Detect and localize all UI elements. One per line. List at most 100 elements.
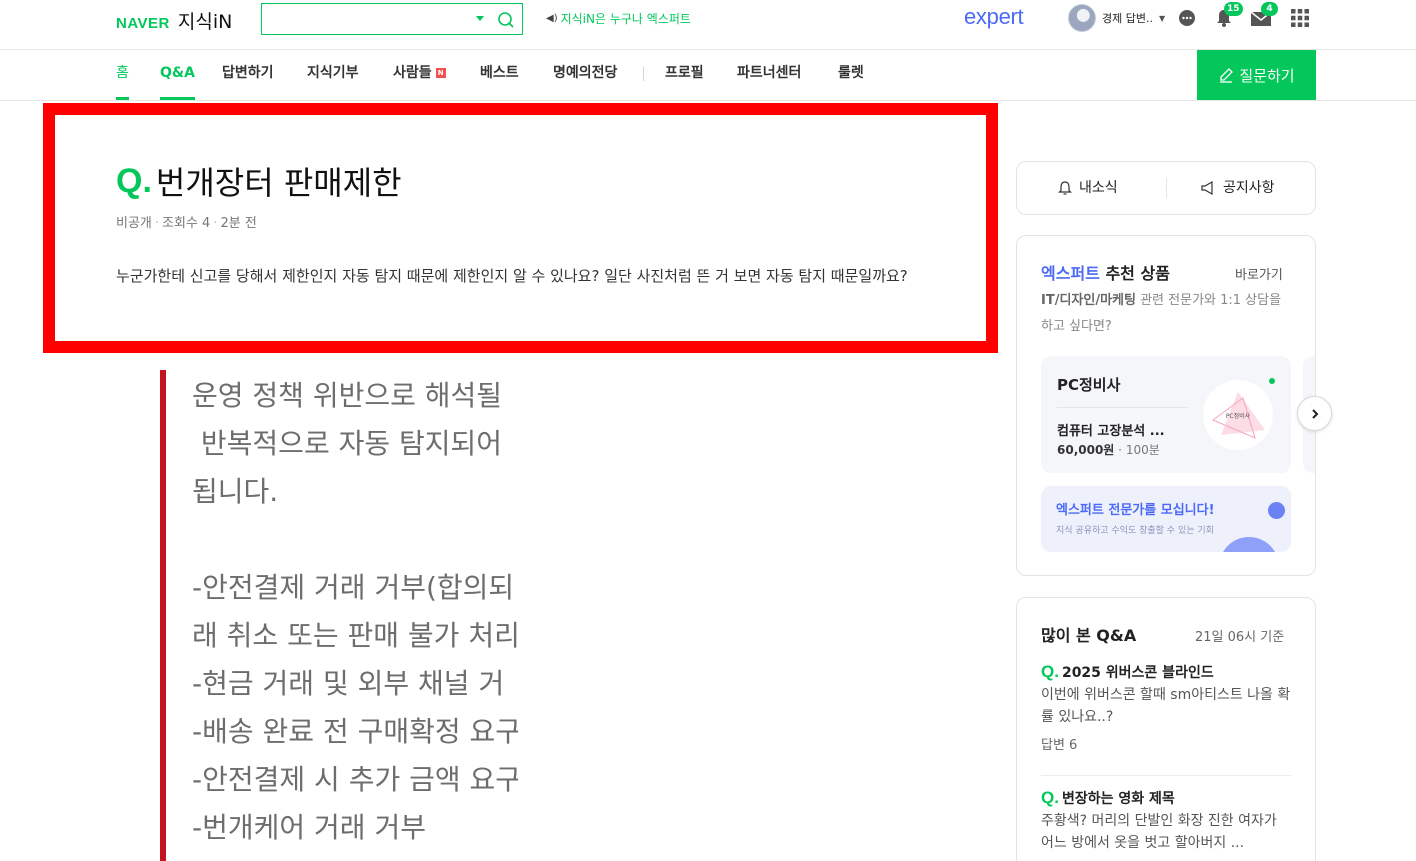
expert-recruit-banner[interactable]: 엑스퍼트 전문가를 모십니다! 지식 공유하고 수익도 창출할 수 있는 기회 bbox=[1041, 486, 1291, 552]
expert-card-title-rest: 추천 상품 bbox=[1099, 264, 1170, 283]
nav-partner-center[interactable]: 파트너센터 bbox=[737, 50, 801, 100]
product-card[interactable]: PC정비사 컴퓨터 고장분석 ... 60,000원 · 100분 PC정비사 bbox=[1041, 356, 1291, 473]
question-body: 누군가한테 신고를 당해서 제한인지 자동 탐지 때문에 제한인지 알 수 있나… bbox=[116, 267, 908, 285]
search-box bbox=[261, 3, 523, 35]
popular-divider bbox=[1041, 775, 1291, 776]
bell-icon[interactable]: 15 bbox=[1212, 2, 1243, 30]
tab-notice[interactable]: 공지사항 bbox=[1200, 162, 1275, 214]
naver-logo[interactable]: NAVER bbox=[116, 15, 170, 32]
site-logo[interactable]: NAVER 지식iN bbox=[116, 7, 232, 34]
attached-line bbox=[192, 516, 518, 564]
attached-line: -현금 거래 및 외부 채널 거 bbox=[192, 667, 505, 700]
expert-card-subtitle: IT/디자인/마케팅 관련 전문가와 1:1 상담을 하고 싶다면? bbox=[1041, 288, 1291, 340]
user-name[interactable]: 경제 답변.. bbox=[1102, 10, 1153, 26]
attached-line: 래 취소 또는 판매 불가 처리 bbox=[192, 619, 518, 652]
tab-my-news[interactable]: 내소식 bbox=[1057, 162, 1118, 214]
recruit-title: 엑스퍼트 전문가를 모십니다! bbox=[1056, 503, 1215, 518]
popular-qna-question-text[interactable]: 변장하는 영화 제목 bbox=[1062, 788, 1175, 808]
nav-donation[interactable]: 지식기부 bbox=[307, 50, 359, 100]
popular-qna-question-text[interactable]: 2025 위버스콘 블라인드 bbox=[1062, 662, 1214, 682]
attached-line: -안전결제 거래 거부(합의되 bbox=[192, 571, 515, 604]
popular-qna-time: 21일 06시 기준 bbox=[1195, 630, 1285, 645]
attached-line: -안전결제 시 추가 금액 요구 bbox=[192, 763, 518, 796]
question-title-text: 번개장터 판매제한 bbox=[155, 164, 402, 202]
popular-qna-desc: 주황색? 머리의 단발인 화장 진한 여자가 어느 방에서 옷을 벗고 할아버지… bbox=[1041, 813, 1277, 851]
recruit-subtitle: 지식 공유하고 수익도 창출할 수 있는 기회 bbox=[1056, 526, 1214, 536]
tab-my-news-label[interactable]: 내소식 bbox=[1079, 162, 1118, 214]
user-menu[interactable]: 경제 답변.. ▼ bbox=[1068, 4, 1165, 32]
speaker-icon: ◀) bbox=[546, 13, 558, 24]
sidebar-tabs: 내소식 공지사항 bbox=[1016, 161, 1316, 215]
popular-qna-item[interactable]: Q. 변장하는 영화 제목 주황색? 머리의 단발인 화장 진한 여자가 어느 방… bbox=[1041, 788, 1291, 854]
question-meta: 비공개 · 조회수 4 · 2분 전 bbox=[116, 216, 257, 231]
attached-line: -번개케어 거래 거부 bbox=[192, 811, 426, 844]
product-title: PC정비사 bbox=[1057, 376, 1121, 394]
avatar[interactable] bbox=[1068, 4, 1096, 32]
expert-recommend-card: 엑스퍼트 추천 상품 바로가기 IT/디자인/마케팅 관련 전문가와 1:1 상… bbox=[1016, 235, 1316, 576]
question-time: 2분 전 bbox=[220, 216, 257, 231]
attached-text: 운영 정책 위반으로 해석될 반복적으로 자동 탐지되어 됩니다. -안전결제 … bbox=[192, 372, 518, 852]
product-name: 컴퓨터 고장분석 ... bbox=[1057, 424, 1165, 439]
question-title: Q. 번개장터 판매제한 bbox=[116, 158, 402, 204]
product-divider bbox=[1057, 407, 1187, 408]
nav-people[interactable]: 사람들 N bbox=[393, 50, 446, 100]
popular-qna-answers: 답변 6 bbox=[1041, 738, 1078, 753]
attached-line: 운영 정책 위반으로 해석될 bbox=[192, 379, 503, 412]
top-bar: NAVER 지식iN ◀) 지식iN은 누구나 엑스퍼트 expert 경제 답… bbox=[0, 0, 1416, 50]
question-author: 비공개 bbox=[116, 216, 152, 231]
product-thumbnail: PC정비사 bbox=[1203, 380, 1273, 450]
jisikin-logo[interactable]: 지식iN bbox=[178, 7, 232, 34]
popular-qna-title: 많이 본 Q&A bbox=[1041, 626, 1137, 645]
question-mark-label: Q. bbox=[116, 161, 152, 200]
ask-question-button[interactable]: 질문하기 bbox=[1197, 50, 1316, 100]
pencil-icon bbox=[1220, 68, 1234, 83]
notice-text[interactable]: 지식iN은 누구나 엑스퍼트 bbox=[561, 10, 691, 27]
nav-people-label[interactable]: 사람들 bbox=[393, 65, 432, 81]
q-mark-icon: Q. bbox=[1041, 788, 1059, 807]
product-price-value: 60,000원 bbox=[1057, 443, 1115, 457]
tab-divider bbox=[1166, 178, 1167, 198]
popular-qna-question[interactable]: Q. 변장하는 영화 제목 bbox=[1041, 788, 1291, 808]
nav-roulette[interactable]: 룰렛 bbox=[838, 50, 864, 100]
nav-divider bbox=[643, 67, 644, 81]
nav-hall-of-fame[interactable]: 명예의전당 bbox=[553, 50, 617, 100]
recruit-decoration bbox=[1268, 502, 1285, 519]
nav-profile[interactable]: 프로필 bbox=[665, 50, 704, 100]
expert-logo[interactable]: expert bbox=[964, 4, 1024, 30]
mail-icon[interactable]: 4 bbox=[1249, 2, 1278, 30]
product-thumb-label: PC정비사 bbox=[1226, 412, 1251, 420]
mail-count-badge: 4 bbox=[1261, 2, 1278, 16]
talk-icon[interactable] bbox=[1175, 6, 1199, 30]
recruit-decoration bbox=[1219, 537, 1279, 552]
attached-screenshot[interactable]: 운영 정책 위반으로 해석될 반복적으로 자동 탐지되어 됩니다. -안전결제 … bbox=[160, 370, 518, 861]
question-views: 조회수 4 bbox=[162, 216, 211, 231]
nav-answer[interactable]: 답변하기 bbox=[222, 50, 274, 100]
nav-qna[interactable]: Q&A bbox=[160, 50, 195, 100]
nav-home[interactable]: 홈 bbox=[116, 50, 129, 100]
popular-qna-question[interactable]: Q. 2025 위버스콘 블라인드 bbox=[1041, 662, 1291, 682]
bell-outline-icon bbox=[1058, 181, 1072, 195]
chevron-down-icon[interactable]: ▼ bbox=[1159, 14, 1165, 23]
megaphone-icon bbox=[1201, 180, 1213, 196]
nav-best[interactable]: 베스트 bbox=[480, 50, 519, 100]
search-dropdown-icon[interactable] bbox=[476, 16, 484, 21]
notice-link[interactable]: ◀) 지식iN은 누구나 엑스퍼트 bbox=[546, 10, 691, 27]
chevron-right-icon bbox=[1311, 408, 1318, 419]
tab-notice-label[interactable]: 공지사항 bbox=[1223, 162, 1275, 214]
apps-grid-icon[interactable] bbox=[1288, 6, 1312, 30]
search-icon[interactable] bbox=[495, 9, 517, 31]
expert-go-link[interactable]: 바로가기 bbox=[1235, 264, 1283, 283]
popular-qna-item[interactable]: Q. 2025 위버스콘 블라인드 이번에 위버스콘 할때 sm아티스트 나올 확… bbox=[1041, 662, 1291, 753]
expert-card-title-blue: 엑스퍼트 bbox=[1041, 264, 1100, 283]
notification-count-badge: 15 bbox=[1224, 2, 1243, 16]
carousel-next-button[interactable] bbox=[1297, 396, 1332, 431]
search-input[interactable] bbox=[268, 8, 468, 30]
popular-qna-card: 많이 본 Q&A 21일 06시 기준 Q. 2025 위버스콘 블라인드 이번에… bbox=[1016, 597, 1316, 861]
expert-category: IT/디자인/마케팅 bbox=[1041, 293, 1136, 308]
quote-bar bbox=[160, 370, 166, 861]
attached-line: 됩니다. bbox=[192, 475, 279, 508]
main-nav: 홈 Q&A 답변하기 지식기부 사람들 N 베스트 명예의전당 프로필 파트너센터… bbox=[0, 50, 1416, 101]
attached-line: -배송 완료 전 구매확정 요구 bbox=[192, 715, 518, 748]
attached-line: 반복적으로 자동 탐지되어 bbox=[192, 427, 503, 460]
popular-qna-desc: 이번에 위버스콘 할때 sm아티스트 나올 확률 있나요..? bbox=[1041, 687, 1291, 725]
